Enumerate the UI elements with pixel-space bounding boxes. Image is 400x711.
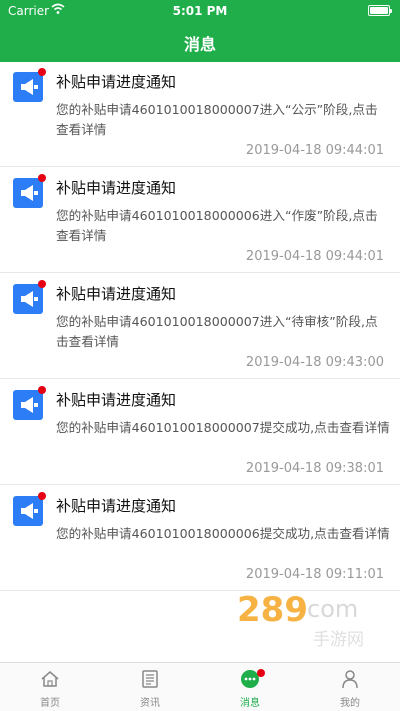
- tab-messages[interactable]: 消息: [200, 663, 300, 711]
- message-body: 您的补贴申请4601010018000007提交成功,点击查看详情: [56, 420, 390, 435]
- unread-badge: [38, 280, 46, 288]
- notice-icon: [13, 284, 43, 314]
- message-body: 您的补贴申请4601010018000007进入“公示”阶段,点击查看详情: [56, 102, 378, 137]
- unread-badge: [257, 669, 265, 677]
- tab-label: 首页: [40, 698, 60, 709]
- message-title: 补贴申请进度通知: [56, 179, 177, 197]
- message-item[interactable]: 补贴申请进度通知 您的补贴申请4601010018000007提交成功,点击查看…: [0, 380, 400, 485]
- message-title: 补贴申请进度通知: [56, 497, 177, 515]
- svg-text:289: 289: [237, 590, 308, 630]
- message-item[interactable]: 补贴申请进度通知 您的补贴申请4601010018000007进入“待审核”阶段…: [0, 274, 400, 379]
- message-item[interactable]: 补贴申请进度通知 您的补贴申请4601010018000006进入“作废”阶段,…: [0, 168, 400, 273]
- tab-news[interactable]: 资讯: [100, 663, 200, 711]
- page-title: 消息: [183, 35, 216, 54]
- unread-badge: [38, 174, 46, 182]
- tab-label: 消息: [240, 698, 260, 709]
- profile-icon: [342, 670, 358, 689]
- unread-badge: [38, 68, 46, 76]
- message-time: 2019-04-18 09:43:00: [245, 355, 384, 370]
- notice-icon: [13, 178, 43, 208]
- message-item[interactable]: 补贴申请进度通知 您的补贴申请4601010018000006提交成功,点击查看…: [0, 486, 400, 591]
- tab-label: 我的: [340, 698, 360, 709]
- message-time: 2019-04-18 09:38:01: [245, 461, 384, 476]
- message-time: 2019-04-18 09:44:01: [245, 249, 384, 264]
- watermark-logo: 289 com 手游网: [237, 590, 364, 650]
- battery-icon: [368, 5, 392, 16]
- message-body: 您的补贴申请4601010018000007进入“待审核”阶段,点击查看详情: [56, 314, 378, 349]
- notice-icon: [13, 496, 43, 526]
- top-bar: Carrier 5:01 PM 消息: [0, 0, 400, 62]
- message-list: 补贴申请进度通知 您的补贴申请4601010018000007进入“公示”阶段,…: [0, 62, 400, 662]
- message-time: 2019-04-18 09:44:01: [245, 143, 384, 158]
- unread-badge: [38, 386, 46, 394]
- status-time: 5:01 PM: [172, 4, 228, 18]
- tab-profile[interactable]: 我的: [300, 663, 400, 711]
- message-title: 补贴申请进度通知: [56, 391, 177, 409]
- tab-home[interactable]: 首页: [0, 663, 100, 711]
- message-body: 您的补贴申请4601010018000006提交成功,点击查看详情: [56, 526, 390, 541]
- message-title: 补贴申请进度通知: [56, 285, 177, 303]
- news-icon: [142, 670, 158, 688]
- message-item[interactable]: 补贴申请进度通知 您的补贴申请4601010018000007进入“公示”阶段,…: [0, 62, 400, 167]
- svg-text:com: com: [307, 595, 358, 623]
- tab-label: 资讯: [140, 698, 160, 709]
- tab-bar: 首页 资讯 消息 我的: [0, 662, 400, 711]
- unread-badge: [38, 492, 46, 500]
- notice-icon: [13, 390, 43, 420]
- svg-text:手游网: 手游网: [313, 630, 364, 650]
- home-icon: [41, 671, 59, 687]
- status-bar: Carrier 5:01 PM: [0, 0, 400, 22]
- notice-icon: [13, 72, 43, 102]
- message-body: 您的补贴申请4601010018000006进入“作废”阶段,点击查看详情: [56, 208, 378, 243]
- message-title: 补贴申请进度通知: [56, 73, 177, 91]
- message-time: 2019-04-18 09:11:01: [245, 567, 384, 582]
- app: Carrier 5:01 PM 消息 补贴申请进度通知 您的补贴申请460101…: [0, 0, 400, 711]
